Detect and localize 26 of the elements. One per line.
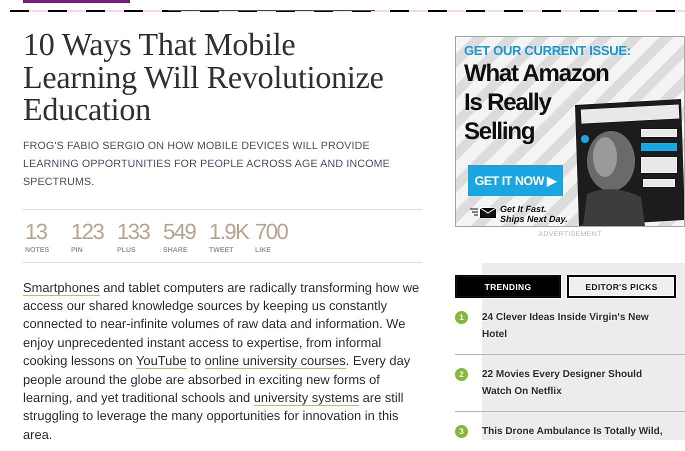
share-count: 549 [163, 218, 196, 244]
story-link[interactable]: 22 Movies Every Designer Should Watch On Netflix [476, 366, 672, 400]
rank-badge: 1 [455, 311, 468, 324]
article-paragraph: Smartphones and tablet computers are radically transforming how we access our shared knowledge sources by keeping us constantly connected to near-infinite volumes of raw data and information. We enjoy unprecedented instant access to expertise, from informal cooking lessons on YouTube to online university courses. Every day people around the globe are absorbed in exciting new forms of learning, and yet traditional schools and university systems are still struggling to leverage the many opportunities for innovation in this area. [23, 278, 420, 444]
share-count: 133 [117, 218, 150, 244]
link[interactable]: YouTube [136, 353, 187, 370]
share-count: 123 [71, 218, 104, 244]
article-subtitle: FROG'S FABIO SERGIO ON HOW MOBILE DEVICES WILL PROVIDE LEARNING OPPORTUNITIES FOR PEOPLE ACROSS AGE AND INCOME SPECTRUMS. [23, 138, 391, 190]
link[interactable]: online university courses [204, 353, 346, 370]
envelope-icon [470, 207, 497, 219]
link[interactable]: Smartphones [23, 280, 100, 296]
rank-badge: 2 [455, 368, 468, 381]
story-link[interactable]: This Drone Ambulance Is Totally Wild, [476, 423, 672, 440]
share-count: 13 [25, 218, 46, 244]
link[interactable]: university systems [254, 390, 360, 406]
article-title: 10 Ways That Mobile Learning Will Revolutionize Education [23, 28, 385, 126]
ad-kicker: GET OUR CURRENT ISSUE: [464, 44, 631, 58]
rank-badge: 3 [455, 425, 468, 438]
share-count: 1.9K [209, 218, 248, 244]
share-count: 700 [255, 218, 288, 244]
tab[interactable]: TRENDING [455, 275, 561, 298]
ad-headline: What Amazon Is Really Selling [464, 59, 610, 146]
advertisement-banner[interactable]: GET OUR CURRENT ISSUE: What Amazon Is Really Selling GET IT NOW ▶ Get It Fast. Ships Next Day. [455, 36, 685, 227]
shipping-note: Get It Fast. Ships Next Day. [500, 204, 569, 224]
story-link[interactable]: 24 Clever Ideas Inside Virgin's New Hotel [476, 309, 672, 343]
tab[interactable]: EDITOR'S PICKS [567, 275, 676, 298]
